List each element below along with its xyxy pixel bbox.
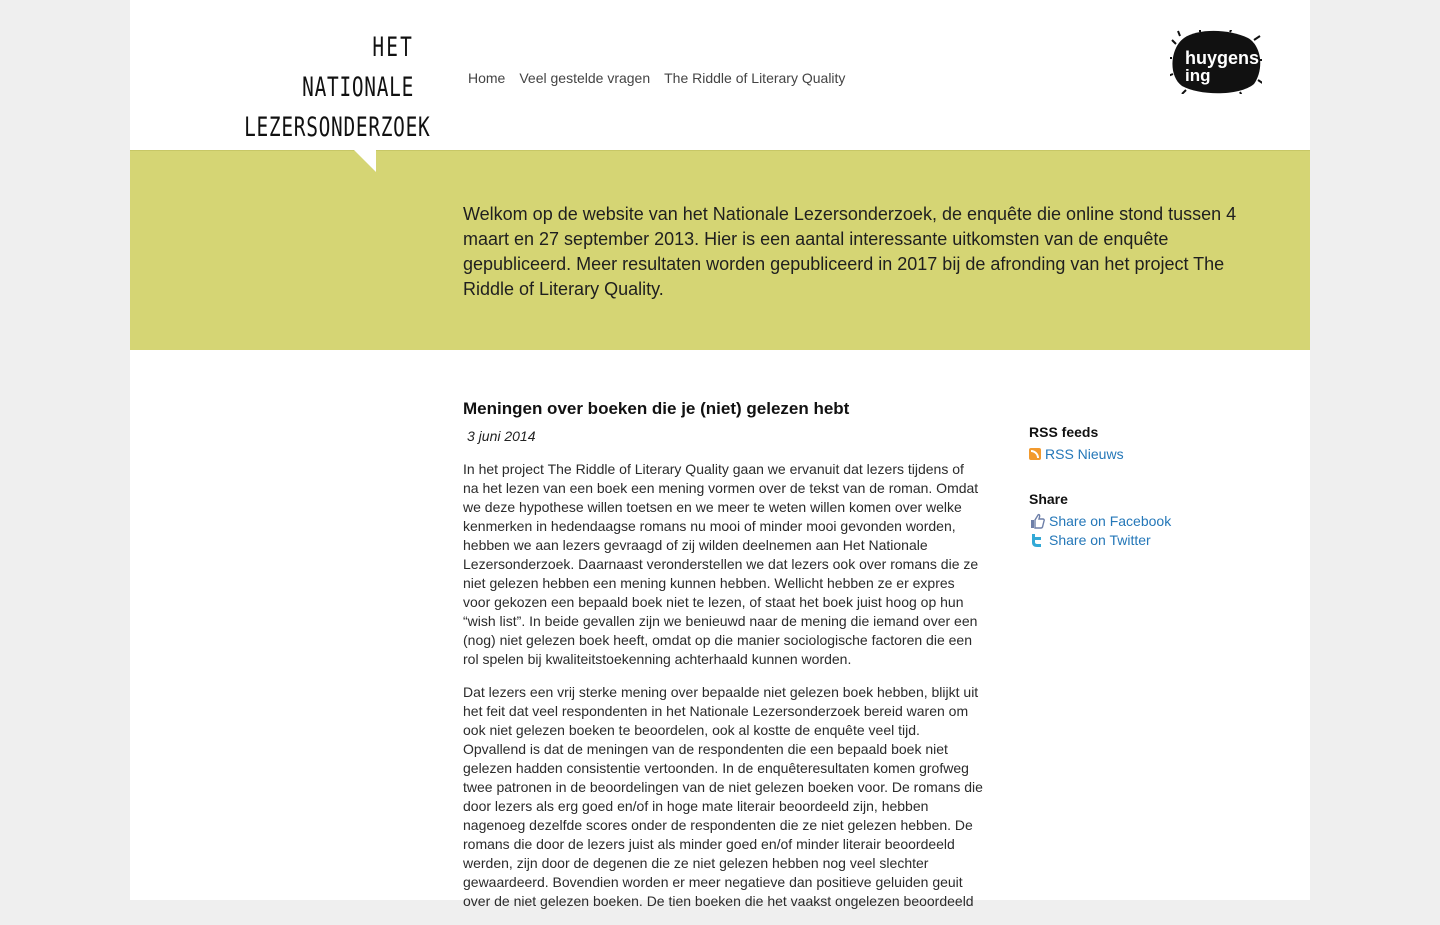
main-nav: Home Veel gestelde vragen The Riddle of …	[468, 70, 845, 86]
rss-heading: RSS feeds	[1029, 424, 1099, 440]
share-facebook-link[interactable]: Share on Facebook	[1049, 513, 1171, 529]
article-paragraph: Dat lezers een vrij sterke mening over b…	[463, 684, 983, 909]
nav-home[interactable]: Home	[468, 70, 505, 86]
huygens-ing-logo[interactable]: huygens ing	[1170, 30, 1262, 94]
share-heading: Share	[1029, 491, 1068, 507]
article-paragraph: In het project The Riddle of Literary Qu…	[463, 461, 979, 667]
share-twitter-row: Share on Twitter	[1029, 532, 1229, 548]
page: HET NATIONALE LEZERSONDERZOEK Home Veel …	[130, 0, 1310, 909]
intro-text: Welkom op de website van het Nationale L…	[463, 204, 1237, 299]
sidebar: RSS feeds RSS Nieuws Share Share on Face…	[1029, 424, 1229, 551]
rss-icon	[1029, 448, 1041, 460]
logo-line: LEZERSONDERZOEK	[244, 112, 431, 143]
article-date: 3 juni 2014	[467, 428, 536, 444]
share-facebook-row: Share on Facebook	[1029, 513, 1229, 529]
nav-faq[interactable]: Veel gestelde vragen	[519, 70, 650, 86]
share-twitter-link[interactable]: Share on Twitter	[1049, 532, 1151, 548]
logo-line: NATIONALE	[302, 72, 414, 103]
rss-row: RSS Nieuws	[1029, 446, 1229, 462]
thumbs-up-icon	[1031, 513, 1045, 529]
article-title: Meningen over boeken die je (niet) gelez…	[463, 399, 850, 418]
logo-word: ing	[1185, 66, 1211, 85]
logo-word: huygens	[1185, 48, 1259, 68]
band-notch	[354, 150, 376, 172]
site-logo[interactable]: HET NATIONALE LEZERSONDERZOEK	[244, 28, 431, 148]
twitter-icon	[1032, 534, 1041, 547]
article: Meningen over boeken die je (niet) gelez…	[463, 398, 983, 925]
logo-line: HET	[372, 32, 414, 63]
nav-riddle[interactable]: The Riddle of Literary Quality	[664, 70, 845, 86]
rss-link[interactable]: RSS Nieuws	[1045, 446, 1124, 462]
